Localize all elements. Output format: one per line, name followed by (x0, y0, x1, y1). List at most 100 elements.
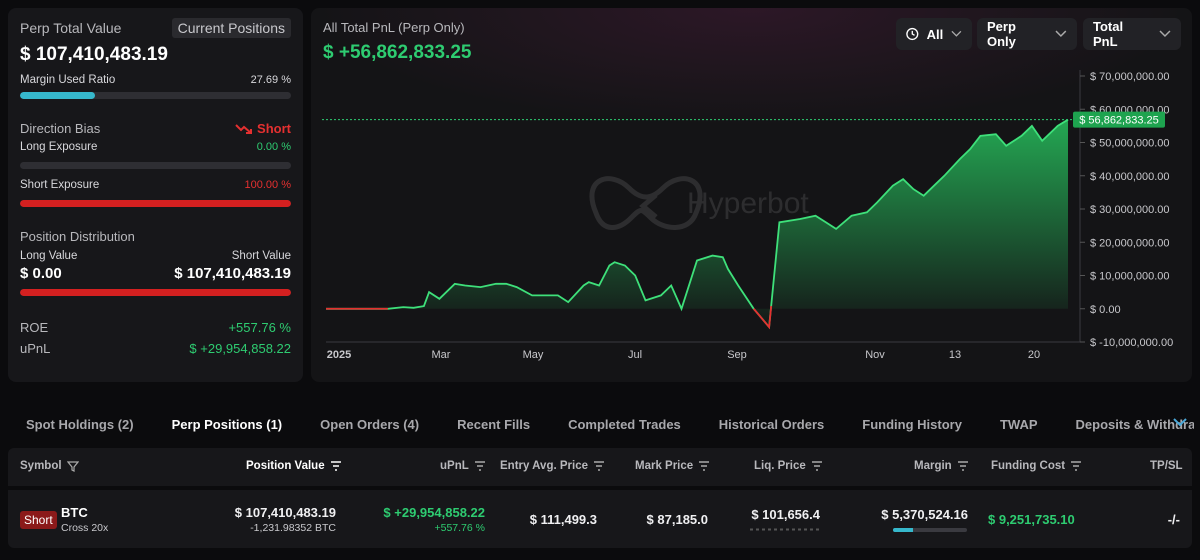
short-exposure-value: 100.00 % (244, 179, 291, 191)
y-tick-label: $ 30,000,000.00 (1090, 204, 1170, 216)
short-exposure-bar-fill (20, 200, 291, 207)
positions-table-header: Symbol Position Value uPnL Entry Avg. Pr… (8, 448, 1192, 486)
header-funding-cost-label: Funding Cost (991, 460, 1066, 472)
perp-total-label: Perp Total Value (20, 20, 122, 36)
trend-down-icon (235, 123, 253, 134)
row-symbol[interactable]: BTC (61, 505, 88, 520)
pnl-chart-panel: All Total PnL (Perp Only) $ +56,862,833.… (311, 8, 1192, 382)
sort-icon (594, 461, 604, 471)
header-position-value[interactable]: Position Value (246, 460, 342, 472)
position-distribution-label: Position Distribution (20, 229, 135, 244)
tab-historical-orders[interactable]: Historical Orders (719, 417, 825, 432)
y-tick-label: $ 70,000,000.00 (1090, 71, 1170, 83)
header-liq-price-label: Liq. Price (754, 460, 806, 472)
long-value: $ 0.00 (20, 265, 62, 282)
row-position-size: -1,231.98352 BTC (250, 522, 336, 534)
y-tick-label: $ 0.00 (1090, 304, 1121, 316)
direction-bias-text: Short (257, 121, 291, 136)
value-amounts-row: $ 0.00 $ 107,410,483.19 (20, 265, 291, 282)
margin-used-value: 27.69 % (250, 74, 291, 86)
sort-icon (957, 461, 968, 471)
header-entry-price-label: Entry Avg. Price (500, 460, 588, 472)
header-mark-price[interactable]: Mark Price (635, 460, 710, 472)
liq-price-dashes (750, 528, 822, 531)
x-tick-label: May (523, 349, 544, 361)
x-tick-label: 20 (1028, 349, 1040, 361)
short-exposure-bar (20, 200, 291, 207)
header-upnl-label: uPnL (440, 460, 469, 472)
header-mark-price-label: Mark Price (635, 460, 694, 472)
long-value-label: Long Value (20, 250, 78, 262)
header-funding-cost[interactable]: Funding Cost (991, 460, 1082, 472)
margin-ratio-bar (893, 528, 967, 532)
current-positions-button[interactable]: Current Positions (171, 18, 291, 38)
row-funding-cost: $ 9,251,735.10 (988, 512, 1075, 527)
y-tick-label: $ 40,000,000.00 (1090, 171, 1170, 183)
side-badge: Short (20, 511, 57, 529)
perp-total-header: Perp Total Value Current Positions (20, 18, 291, 38)
roe-value: +557.76 % (228, 320, 291, 335)
sort-icon (811, 461, 822, 471)
header-liq-price[interactable]: Liq. Price (754, 460, 823, 472)
margin-used-bar-fill (20, 92, 96, 99)
margin-ratio-bar-fill (893, 528, 914, 532)
value-labels-row: Long Value Short Value (20, 250, 291, 262)
direction-bias-row: Direction Bias Short (20, 121, 291, 136)
direction-bias-label: Direction Bias (20, 121, 101, 136)
header-upnl[interactable]: uPnL (440, 460, 486, 472)
margin-used-bar (20, 92, 291, 99)
tab-completed-trades[interactable]: Completed Trades (568, 417, 681, 432)
table-row[interactable]: Short BTC Cross 20x $ 107,410,483.19 -1,… (8, 490, 1192, 548)
pnl-area (326, 119, 1068, 327)
y-tick-label: $ 20,000,000.00 (1090, 237, 1170, 249)
header-entry-price[interactable]: Entry Avg. Price (500, 460, 605, 472)
margin-used-row: Margin Used Ratio 27.69 % (20, 74, 291, 86)
pnl-chart: Hyperbot $ 70,000,000.00$ 60,000,000.00$… (322, 70, 1173, 361)
row-entry-price: $ 111,499.3 (529, 512, 597, 527)
tab-recent-fills[interactable]: Recent Fills (457, 417, 530, 432)
tab-funding-history[interactable]: Funding History (862, 417, 962, 432)
margin-used-label: Margin Used Ratio (20, 74, 116, 86)
y-tick-label: $ 10,000,000.00 (1090, 271, 1170, 283)
row-leverage: Cross 20x (61, 522, 109, 534)
y-tick-label: $ 50,000,000.00 (1090, 138, 1170, 150)
upnl-value: $ +29,954,858.22 (189, 341, 291, 356)
header-margin[interactable]: Margin (914, 460, 969, 472)
positions-tabs: Spot Holdings (2) Perp Positions (1) Ope… (0, 406, 1200, 442)
current-value-label: $ 56,862,833.25 (1079, 115, 1159, 127)
header-margin-label: Margin (914, 460, 952, 472)
x-tick-label: Mar (432, 349, 451, 361)
position-distribution-bar (20, 289, 291, 296)
sort-icon (699, 461, 710, 471)
sort-icon (474, 461, 485, 471)
tab-spot-holdings[interactable]: Spot Holdings (2) (26, 417, 134, 432)
tab-open-orders[interactable]: Open Orders (4) (320, 417, 419, 432)
x-tick-label: 13 (949, 349, 961, 361)
header-tpsl: TP/SL (1150, 460, 1183, 472)
x-tick-label: Jul (628, 349, 642, 361)
short-exposure-row: Short Exposure 100.00 % (20, 179, 291, 191)
upnl-label: uPnL (20, 341, 51, 356)
long-exposure-label: Long Exposure (20, 141, 98, 153)
long-exposure-bar (20, 162, 291, 169)
hyperbot-logo-watermark: Hyperbot (589, 176, 809, 230)
row-position-value: $ 107,410,483.19 (234, 505, 336, 520)
chevron-down-icon[interactable] (1172, 416, 1188, 428)
direction-bias-value: Short (235, 121, 291, 136)
tab-perp-positions[interactable]: Perp Positions (1) (172, 417, 283, 432)
header-symbol-label: Symbol (20, 460, 62, 472)
row-liq-price: $ 101,656.4 (751, 507, 820, 522)
upnl-row: uPnL $ +29,954,858.22 (20, 341, 291, 356)
position-distribution-bar-fill (20, 289, 291, 296)
x-tick-label: Sep (727, 349, 747, 361)
row-mark-price: $ 87,185.0 (646, 512, 708, 527)
row-margin: $ 5,370,524.16 (881, 507, 968, 522)
header-symbol[interactable]: Symbol (20, 460, 79, 472)
row-tpsl: -/- (1167, 512, 1180, 527)
x-tick-label: Nov (865, 349, 885, 361)
filter-icon[interactable] (66, 460, 79, 472)
tab-twap[interactable]: TWAP (1000, 417, 1038, 432)
x-tick-label: 2025 (327, 349, 351, 361)
perp-total-value: $ 107,410,483.19 (20, 44, 168, 65)
sort-icon (1071, 461, 1082, 471)
